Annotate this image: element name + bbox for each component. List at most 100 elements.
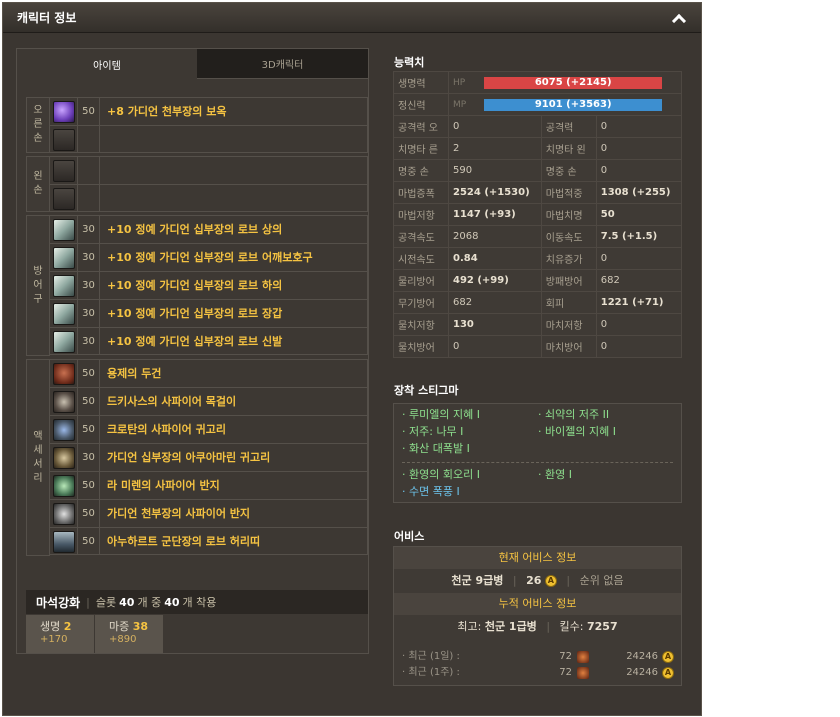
- item-row[interactable]: 30 +10 정예 가디언 십부장의 로브 신발: [50, 327, 368, 355]
- label-char: 손: [33, 133, 43, 144]
- item-slot[interactable]: [50, 360, 78, 387]
- hand-label: 른: [428, 145, 438, 156]
- recent-points: 24246: [626, 667, 658, 678]
- label-char: 세: [33, 444, 43, 456]
- item-slot[interactable]: [50, 500, 78, 527]
- item-row[interactable]: 50 가디언 천부장의 사파이어 반지: [50, 499, 368, 527]
- label-char: 리: [33, 472, 43, 484]
- item-slot[interactable]: [50, 300, 78, 327]
- stat-key-text: 치명타: [545, 145, 574, 156]
- item-name[interactable]: 드키사스의 사파이어 목걸이: [107, 388, 236, 415]
- stigma-item[interactable]: · 쇠약의 저주 II: [538, 406, 616, 423]
- item-slot[interactable]: [50, 244, 78, 271]
- equipment-tabs: 아이템 3D캐릭터: [17, 49, 368, 79]
- item-row[interactable]: 30 +10 정예 가디언 십부장의 로브 하의: [50, 271, 368, 299]
- stat-row: 마법저항 1147 (+93) 마법치명 50: [393, 203, 683, 226]
- item-slot[interactable]: [50, 328, 78, 355]
- stigma-item[interactable]: · 수면 폭풍 I: [402, 483, 480, 500]
- stat-row: 치명타 른 2 치명타 왼 0: [393, 137, 683, 160]
- tab-items[interactable]: 아이템: [17, 49, 197, 79]
- manastone-name: 마증: [109, 620, 130, 633]
- item-row[interactable]: 30 +10 정예 가디언 십부장의 로브 상의: [50, 215, 368, 243]
- item-level: 30: [78, 328, 100, 355]
- stigma-divider: [402, 462, 673, 463]
- item-row[interactable]: 50 크로탄의 사파이어 귀고리: [50, 415, 368, 443]
- item-slot[interactable]: [50, 444, 78, 471]
- item-slot[interactable]: [50, 528, 78, 555]
- stigma-item[interactable]: · 바이젤의 지혜 I: [538, 423, 616, 440]
- abyss-rank: 천군 9급병: [451, 574, 504, 587]
- label-char: 액: [33, 430, 43, 442]
- stat-row: 물치방어 0 마치방어 0: [393, 335, 683, 358]
- item-slot[interactable]: [50, 126, 78, 153]
- item-name[interactable]: 용제의 두건: [107, 360, 161, 387]
- item-name[interactable]: 아누하르트 군단장의 로브 허리띠: [107, 528, 260, 555]
- item-slot[interactable]: [50, 416, 78, 443]
- stigma-name: 바이젤의 지혜 I: [545, 425, 616, 438]
- item-slot[interactable]: [50, 157, 78, 184]
- empty-slot-icon: [52, 128, 75, 151]
- item-name[interactable]: 가디언 천부장의 사파이어 반지: [107, 500, 250, 527]
- stigma-item[interactable]: · 화산 대폭발 I: [402, 440, 480, 457]
- slot-text: 슬롯: [95, 596, 117, 609]
- group-accessory: 액 세 서 리 50 용제의 두건 50 드키사스의 사파이어 목걸이 50 크…: [26, 359, 368, 556]
- item-name[interactable]: +10 정예 가디언 십부장의 로브 어깨보호구: [107, 244, 313, 271]
- recent-label: 최근 (1일) :: [408, 651, 460, 662]
- stigma-column: · 환영의 회오리 I · 수면 폭풍 I: [402, 466, 480, 500]
- item-row[interactable]: 50 라 미렌의 사파이어 반지: [50, 471, 368, 499]
- label-char: 왼: [33, 171, 43, 182]
- item-name[interactable]: +10 정예 가디언 십부장의 로브 상의: [107, 216, 282, 243]
- item-level: 50: [78, 472, 100, 499]
- item-row[interactable]: 50 드키사스의 사파이어 목걸이: [50, 387, 368, 415]
- kill-icon: [577, 651, 589, 663]
- item-slot[interactable]: [50, 185, 78, 212]
- item-level: 50: [78, 388, 100, 415]
- hp-tag: HP: [453, 77, 466, 88]
- item-row[interactable]: 50 용제의 두건: [50, 359, 368, 387]
- stat-value: 0: [448, 335, 542, 358]
- item-row[interactable]: 30 +10 정예 가디언 십부장의 로브 어깨보호구: [50, 243, 368, 271]
- item-name[interactable]: 라 미렌의 사파이어 반지: [107, 472, 220, 499]
- item-row[interactable]: 50 +8 가디언 천부장의 보옥: [50, 97, 368, 125]
- item-name[interactable]: +10 정예 가디언 십부장의 로브 하의: [107, 272, 282, 299]
- stat-value: 2068: [448, 225, 542, 248]
- stat-row-hp: 생명력 HP 6075 (+2145): [393, 71, 682, 94]
- group-label-right-hand: 오 른 손: [26, 97, 50, 153]
- stigma-item[interactable]: · 환영 I: [538, 466, 572, 483]
- item-row-empty[interactable]: [50, 184, 368, 212]
- window-titlebar: 캐릭터 정보: [3, 3, 701, 33]
- item-row[interactable]: 30 +10 정예 가디언 십부장의 로브 장갑: [50, 299, 368, 327]
- abyss-cumulative-header: 누적 어비스 정보: [394, 593, 681, 615]
- item-row-empty[interactable]: [50, 156, 368, 184]
- stat-key: 방패방어: [540, 269, 597, 292]
- item-name[interactable]: 가디언 십부장의 아쿠아마린 귀고리: [107, 444, 270, 471]
- item-slot[interactable]: [50, 216, 78, 243]
- item-slot[interactable]: [50, 98, 78, 125]
- stigma-name: 화산 대폭발 I: [409, 442, 470, 455]
- item-name[interactable]: +10 정예 가디언 십부장의 로브 장갑: [107, 300, 282, 327]
- item-name[interactable]: 크로탄의 사파이어 귀고리: [107, 416, 226, 443]
- item-row-empty[interactable]: [50, 125, 368, 153]
- item-name[interactable]: +10 정예 가디언 십부장의 로브 신발: [107, 328, 282, 355]
- item-name[interactable]: +8 가디언 천부장의 보옥: [107, 98, 226, 125]
- stat-key: 명중 손: [393, 159, 449, 182]
- stigma-item[interactable]: · 저주: 나무 I: [402, 423, 480, 440]
- label-char: 오: [33, 105, 43, 116]
- stigma-item[interactable]: · 루미엘의 지혜 I: [402, 406, 480, 423]
- item-slot[interactable]: [50, 388, 78, 415]
- item-slot[interactable]: [50, 472, 78, 499]
- label-char: 구: [33, 293, 43, 305]
- tab-3d-character[interactable]: 3D캐릭터: [196, 49, 368, 79]
- item-row[interactable]: 30 가디언 십부장의 아쿠아마린 귀고리: [50, 443, 368, 471]
- stat-key: 물치방어: [393, 335, 449, 358]
- stat-row: 무기방어 682 회피 1221 (+71): [393, 291, 683, 314]
- item-row[interactable]: 50 아누하르트 군단장의 로브 허리띠: [50, 527, 368, 555]
- item-slot[interactable]: [50, 272, 78, 299]
- recent-kills: 72: [559, 667, 572, 678]
- collapse-chevron-up-icon[interactable]: [671, 10, 687, 26]
- stat-key: 명중 손: [540, 159, 597, 182]
- stat-key: 마치저항: [540, 313, 597, 336]
- manastone-boxes: 생명 2 +170 마증 38 +890: [26, 615, 164, 653]
- stat-value: 682: [595, 269, 683, 292]
- stigma-item[interactable]: · 환영의 회오리 I: [402, 466, 480, 483]
